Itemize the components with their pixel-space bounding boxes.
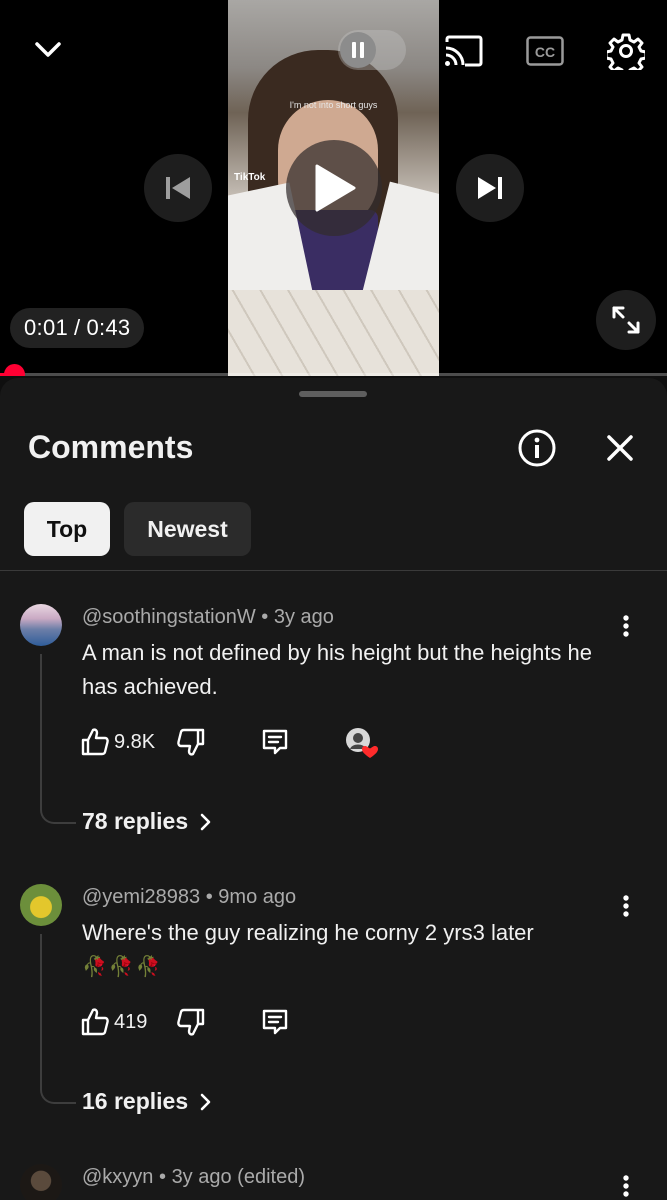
replies-count: 16 replies <box>82 1088 189 1114</box>
skip-previous-icon <box>166 177 190 199</box>
time-display: 0:01 / 0:43 <box>10 308 145 348</box>
skip-next-icon <box>478 177 502 199</box>
reply-thread-line <box>40 934 76 1104</box>
comment-emoji: 🥀🥀🥀 <box>82 956 163 978</box>
comment-author[interactable]: @soothingstationW <box>82 606 256 628</box>
thumbs-up-icon <box>81 1008 109 1036</box>
like-button[interactable]: 9.8K <box>80 724 155 760</box>
thumbs-down-icon <box>177 1008 205 1036</box>
fullscreen-button[interactable] <box>596 290 656 350</box>
view-replies-button[interactable]: 78 replies <box>82 808 216 835</box>
video-caption: I'm not into short guys <box>289 100 378 110</box>
panel-drag-handle[interactable] <box>299 391 367 397</box>
play-icon <box>315 164 356 212</box>
dislike-button[interactable] <box>176 1004 206 1040</box>
comment-text: A man is not defined by his height but t… <box>82 640 593 699</box>
chevron-right-icon <box>200 813 211 830</box>
avatar[interactable] <box>20 884 62 926</box>
video-player[interactable]: I'm not into short guys TikTok CC 0:01 /… <box>0 0 667 376</box>
panel-divider <box>0 570 667 571</box>
comment-meta: @kxyyn • 3y ago (edited) <box>82 1166 305 1189</box>
svg-text:CC: CC <box>535 44 555 60</box>
time-separator: / <box>74 315 81 340</box>
chevron-down-icon <box>35 42 61 57</box>
thumbs-down-icon <box>177 728 205 756</box>
play-button[interactable] <box>286 140 382 236</box>
view-replies-button[interactable]: 16 replies <box>82 1088 216 1115</box>
more-vert-icon <box>623 615 629 637</box>
minimize-player-button[interactable] <box>24 28 72 72</box>
creator-heart-badge <box>344 726 378 760</box>
current-time: 0:01 <box>24 315 69 340</box>
cc-icon: CC <box>526 36 564 66</box>
close-icon <box>607 435 633 461</box>
autoplay-toggle-knob <box>340 32 376 68</box>
tiktok-watermark: TikTok <box>234 172 266 183</box>
seek-bar-thumb[interactable] <box>4 364 25 376</box>
filter-chip-top[interactable]: Top <box>24 502 110 556</box>
more-vert-icon <box>623 1175 629 1197</box>
reply-thread-line <box>40 654 76 824</box>
pause-icon <box>352 42 364 58</box>
info-icon <box>518 429 556 467</box>
reply-comment-icon <box>262 729 288 755</box>
comment-age: 9mo ago <box>218 886 297 908</box>
comment-text: Where's the guy realizing he corny 2 yrs… <box>82 916 622 984</box>
captions-button[interactable]: CC <box>522 30 568 72</box>
comment-meta: @soothingstationW • 3y ago <box>82 606 334 629</box>
autoplay-toggle[interactable] <box>338 30 406 70</box>
comment-menu-button[interactable] <box>612 886 640 926</box>
meta-dot: • <box>261 606 274 628</box>
fullscreen-icon <box>612 306 640 334</box>
settings-gear-icon <box>607 33 645 70</box>
comment-menu-button[interactable] <box>612 1166 640 1200</box>
dislike-button[interactable] <box>176 724 206 760</box>
reply-button[interactable] <box>260 1004 290 1040</box>
comment-author[interactable]: @kxyyn <box>82 1166 153 1188</box>
comments-panel: Comments Top Newest @soothingstationW • … <box>0 378 667 1200</box>
avatar[interactable] <box>20 604 62 646</box>
comment-menu-button[interactable] <box>612 606 640 646</box>
previous-video-button[interactable] <box>144 154 212 222</box>
cast-button[interactable] <box>440 30 486 72</box>
close-panel-button[interactable] <box>597 425 643 471</box>
cast-icon <box>445 35 483 67</box>
panel-title: Comments <box>28 429 194 465</box>
creator-heart-icon <box>346 728 378 758</box>
comment-age: 3y ago (edited) <box>171 1166 305 1188</box>
settings-button[interactable] <box>603 28 649 74</box>
comment-text-line: Where's the guy realizing he corny 2 yrs… <box>82 920 534 945</box>
replies-count: 78 replies <box>82 808 189 834</box>
like-count: 9.8K <box>114 730 156 753</box>
more-vert-icon <box>623 895 629 917</box>
comment-author[interactable]: @yemi28983 <box>82 886 200 908</box>
total-duration: 0:43 <box>86 315 131 340</box>
meta-dot: • <box>159 1166 172 1188</box>
avatar[interactable] <box>20 1164 62 1200</box>
like-count: 419 <box>114 1010 148 1033</box>
comment-meta: @yemi28983 • 9mo ago <box>82 886 296 909</box>
reply-button[interactable] <box>260 724 290 760</box>
reply-comment-icon <box>262 1009 288 1035</box>
chevron-right-icon <box>200 1093 211 1110</box>
meta-dot: • <box>205 886 219 908</box>
next-video-button[interactable] <box>456 154 524 222</box>
seek-bar[interactable] <box>0 364 667 376</box>
video-scene-floor <box>228 290 439 376</box>
filter-chip-newest[interactable]: Newest <box>124 502 251 556</box>
comment-age: 3y ago <box>273 606 334 628</box>
like-button[interactable]: 419 <box>80 1004 147 1040</box>
info-button[interactable] <box>514 425 560 471</box>
thumbs-up-icon <box>81 728 109 756</box>
